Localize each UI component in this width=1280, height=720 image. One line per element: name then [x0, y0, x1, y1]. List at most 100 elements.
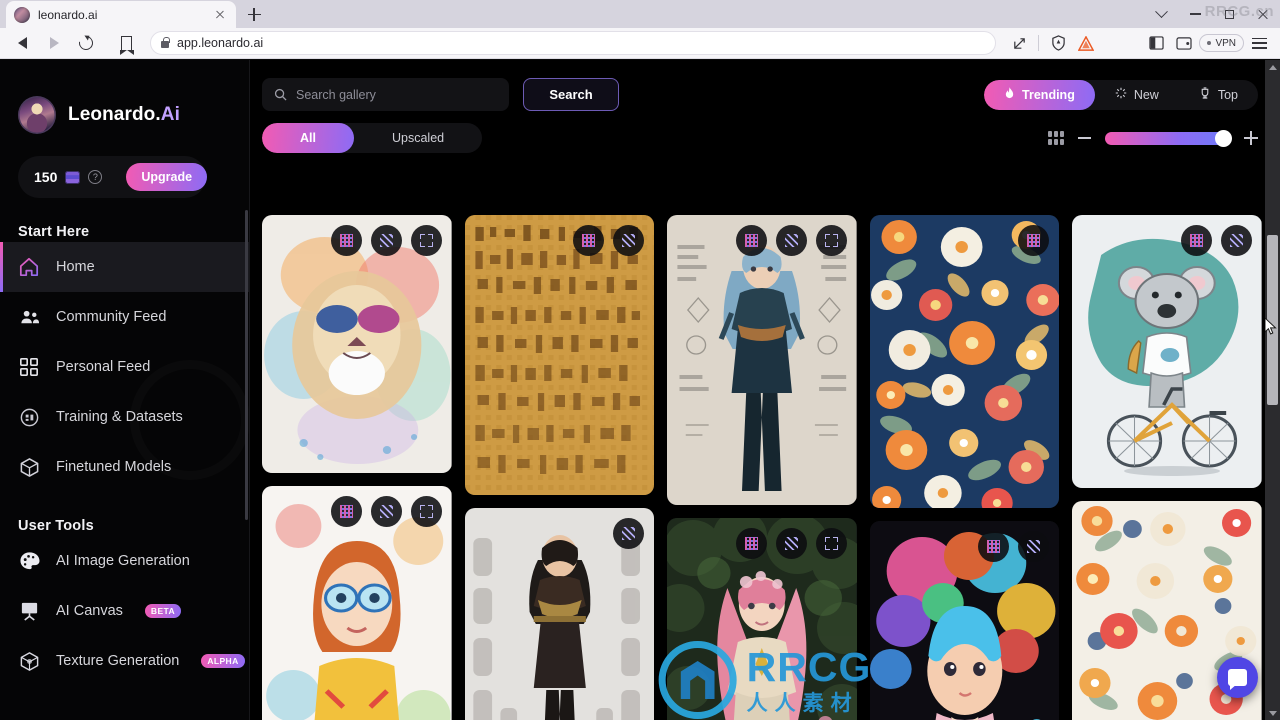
expand-icon-button[interactable] [410, 496, 442, 527]
sidebar-toggle-icon[interactable] [1143, 30, 1169, 56]
home-icon [18, 256, 40, 278]
upscale-icon-button[interactable] [1018, 225, 1050, 256]
gallery-card-colorful-girl-with-glasses-portrait[interactable] [262, 486, 452, 720]
grid-density-icon[interactable] [1048, 131, 1064, 145]
window-controls [1144, 0, 1280, 28]
variation-icon-button[interactable] [613, 518, 645, 549]
upscale-icon-button[interactable] [330, 225, 362, 256]
vpn-label: VPN [1215, 37, 1236, 49]
wallet-icon[interactable] [1171, 30, 1197, 56]
variation-icon-button[interactable] [370, 225, 402, 256]
minimize-icon[interactable] [1178, 0, 1212, 28]
image-gallery [262, 215, 1262, 720]
tab-top[interactable]: Top [1179, 80, 1258, 110]
upscale-icon-button[interactable] [978, 531, 1010, 562]
chevron-down-icon[interactable] [1144, 0, 1178, 28]
browser-tab[interactable]: leonardo.ai [6, 1, 236, 28]
upgrade-button[interactable]: Upgrade [126, 163, 208, 191]
gallery-card-pink-haired-elf-in-forest[interactable] [667, 518, 857, 720]
upscale-icon [1189, 234, 1203, 247]
scroll-down-arrow-icon[interactable] [1265, 706, 1280, 720]
search-button[interactable]: Search [523, 78, 619, 111]
grid-squares-icon [18, 356, 40, 378]
upscale-icon-button[interactable] [1180, 225, 1212, 256]
gallery-card-watercolor-lion-with-sunglasses[interactable] [262, 215, 452, 473]
reload-icon[interactable] [72, 30, 100, 56]
zoom-out-button[interactable] [1078, 137, 1091, 139]
upscale-icon-button[interactable] [330, 496, 362, 527]
variation-icon-button[interactable] [613, 225, 645, 256]
bookmark-icon[interactable] [112, 30, 140, 56]
tab-title: leonardo.ai [38, 7, 98, 22]
upscale-icon [744, 234, 758, 247]
tab-label: Top [1217, 87, 1238, 102]
card-actions [978, 531, 1050, 562]
upscale-icon-button[interactable] [735, 225, 767, 256]
question-mark-icon[interactable]: ? [88, 170, 103, 184]
tab-upscaled[interactable]: Upscaled [354, 123, 482, 153]
cube-icon [18, 456, 40, 478]
expand-icon-button[interactable] [815, 528, 847, 559]
palette-icon [18, 550, 40, 572]
tab-all[interactable]: All [262, 123, 354, 153]
sidebar-item-finetuned-models[interactable]: Finetuned Models [0, 442, 249, 492]
address-bar[interactable]: app.leonardo.ai [150, 31, 997, 55]
variation-icon-button[interactable] [775, 528, 807, 559]
upscale-icon-button[interactable] [735, 528, 767, 559]
expand-icon-button[interactable] [410, 225, 442, 256]
sidebar-item-ai-image-generation[interactable]: AI Image Generation [0, 536, 249, 586]
sidebar-item-texture-generation[interactable]: Texture Generation ALPHA [0, 636, 249, 686]
page-scrollbar[interactable] [1265, 60, 1280, 720]
sidebar-item-training-datasets[interactable]: Training & Datasets [0, 392, 249, 442]
sidebar-scrollbar[interactable] [245, 210, 248, 520]
gallery-card-fantasy-warrior-woman-character-sheet[interactable] [464, 508, 655, 720]
chat-bubble-icon[interactable] [1217, 657, 1258, 698]
sidebar-item-label: Personal Feed [56, 359, 151, 375]
sidebar-item-community-feed[interactable]: Community Feed [0, 292, 249, 342]
window-close-icon[interactable] [1246, 0, 1280, 28]
hamburger-menu-icon[interactable] [1246, 30, 1272, 56]
close-icon[interactable] [212, 7, 228, 23]
card-actions [1180, 225, 1252, 256]
gallery-card-egyptian-hieroglyphics-papyrus[interactable] [464, 215, 655, 495]
variation-icon-button[interactable] [370, 496, 402, 527]
vpn-button[interactable]: VPN [1199, 34, 1244, 52]
gallery-card-rainbow-hair-woman-illustration[interactable] [869, 521, 1060, 720]
expand-icon-button[interactable] [815, 225, 847, 256]
gallery-column [1072, 215, 1262, 720]
back-arrow-icon[interactable] [8, 30, 36, 56]
zoom-in-button[interactable] [1244, 131, 1258, 145]
token-coin-icon [65, 170, 81, 184]
sidebar-item-label: AI Canvas [56, 603, 123, 619]
gallery-card-orange-floral-pattern-dark-blue[interactable] [869, 215, 1060, 508]
tab-new[interactable]: New [1095, 80, 1179, 110]
brand-header[interactable]: Leonardo.Ai [0, 60, 249, 134]
page-content: Leonardo.Ai 150 ? Upgrade Start Here Hom… [0, 60, 1280, 720]
new-tab-button[interactable] [240, 1, 268, 28]
brave-shield-icon[interactable] [1045, 30, 1071, 56]
tab-trending[interactable]: Trending [984, 79, 1095, 110]
maximize-icon[interactable] [1212, 0, 1246, 28]
upscale-icon-button[interactable] [573, 225, 605, 256]
variation-icon-button[interactable] [1018, 531, 1050, 562]
variation-icon-button[interactable] [1220, 225, 1252, 256]
training-icon [18, 406, 40, 428]
sidebar-item-home[interactable]: Home [0, 242, 249, 292]
gallery-column [262, 215, 452, 720]
zoom-slider-knob[interactable] [1215, 129, 1232, 147]
gallery-card-koala-riding-bicycle-sketch[interactable] [1072, 215, 1262, 488]
sidebar-item-ai-canvas[interactable]: AI Canvas BETA [0, 586, 249, 636]
sidebar-item-personal-feed[interactable]: Personal Feed [0, 342, 249, 392]
share-icon[interactable] [1006, 30, 1032, 56]
scroll-up-arrow-icon[interactable] [1265, 60, 1280, 74]
zoom-slider[interactable] [1105, 129, 1232, 147]
search-input[interactable]: Search gallery [262, 78, 509, 111]
trophy-icon [1199, 86, 1211, 103]
brave-logo-icon[interactable] [1073, 30, 1099, 56]
gallery-card-blue-haired-fantasy-rogue-character[interactable] [667, 215, 857, 505]
variation-icon-button[interactable] [775, 225, 807, 256]
tab-label: New [1133, 87, 1159, 102]
expand-icon [419, 505, 433, 518]
upscale-icon [339, 505, 353, 518]
variation-icon [379, 234, 393, 247]
